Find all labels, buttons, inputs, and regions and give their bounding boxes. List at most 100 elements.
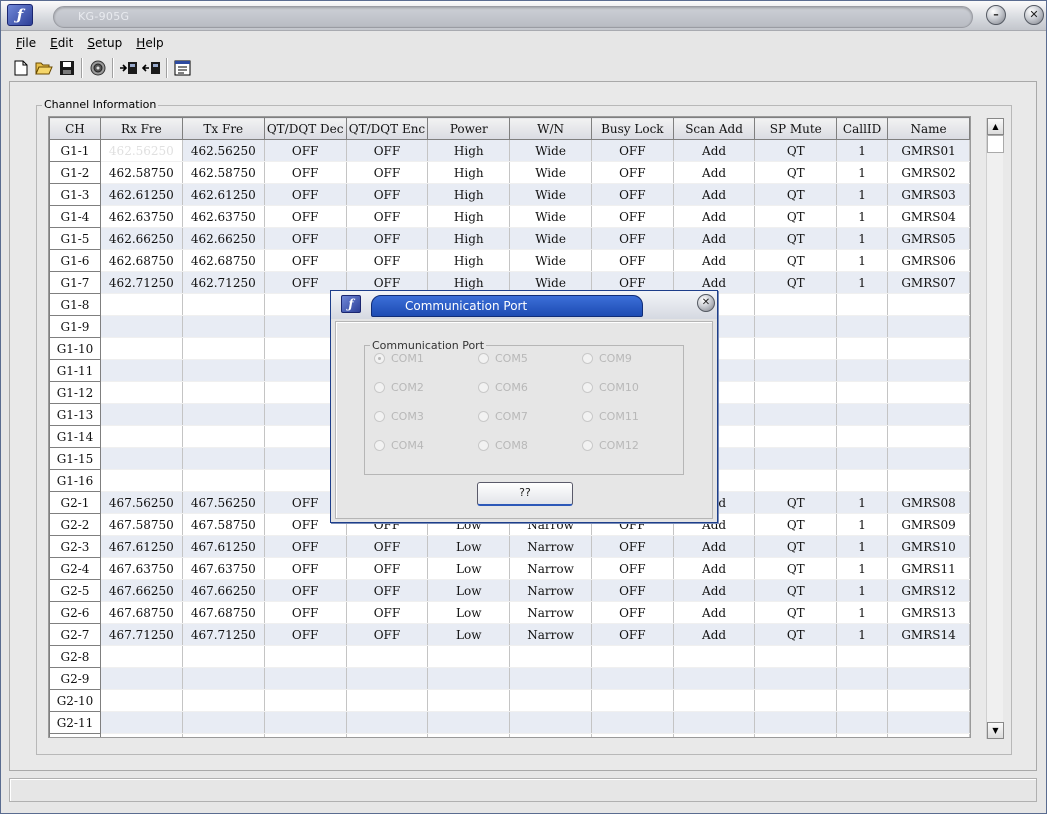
table-cell[interactable] [754, 425, 838, 448]
table-cell[interactable]: 462.68750 [100, 249, 183, 272]
table-cell[interactable]: OFF [591, 579, 674, 602]
table-cell[interactable]: Low [427, 557, 511, 580]
scroll-down-button[interactable]: ▼ [987, 722, 1004, 739]
table-cell[interactable]: 462.68750 [182, 249, 265, 272]
table-cell[interactable] [836, 733, 889, 737]
table-cell[interactable] [754, 667, 838, 690]
table-cell[interactable]: QT [754, 139, 838, 162]
table-cell[interactable]: OFF [264, 183, 347, 206]
table-cell[interactable]: GMRS05 [887, 227, 970, 250]
table-cell[interactable] [836, 293, 889, 316]
table-cell[interactable]: OFF [346, 249, 429, 272]
table-cell[interactable]: QT [754, 183, 838, 206]
table-cell[interactable] [100, 293, 183, 316]
table-cell[interactable] [673, 711, 756, 734]
table-cell[interactable]: 462.63750 [100, 205, 183, 228]
port-radio-com8[interactable]: COM8 [478, 439, 528, 452]
table-cell[interactable] [100, 337, 183, 360]
table-cell[interactable]: 462.56250 [100, 139, 183, 162]
table-row[interactable]: G2-10 [49, 689, 970, 712]
table-cell[interactable]: 467.68750 [100, 601, 183, 624]
table-cell[interactable] [836, 667, 889, 690]
table-cell[interactable]: OFF [346, 227, 429, 250]
table-cell[interactable]: OFF [264, 139, 347, 162]
table-cell[interactable] [182, 469, 265, 492]
open-file-button[interactable] [32, 57, 55, 79]
table-cell[interactable] [887, 447, 970, 470]
table-cell[interactable] [754, 403, 838, 426]
table-cell[interactable] [182, 359, 265, 382]
table-cell[interactable]: QT [754, 249, 838, 272]
table-cell[interactable] [591, 711, 674, 734]
port-radio-com12[interactable]: COM12 [582, 439, 639, 452]
table-cell[interactable]: 1 [836, 557, 889, 580]
menu-help[interactable]: Help [129, 34, 170, 54]
table-cell[interactable] [100, 667, 183, 690]
table-cell[interactable]: Narrow [509, 535, 592, 558]
table-cell[interactable] [836, 359, 889, 382]
table-cell[interactable]: Add [673, 579, 756, 602]
table-cell[interactable] [182, 667, 265, 690]
table-cell[interactable] [836, 381, 889, 404]
table-cell[interactable]: GMRS10 [887, 535, 970, 558]
table-cell[interactable]: Wide [509, 139, 592, 162]
table-cell[interactable]: Add [673, 557, 756, 580]
table-cell[interactable]: OFF [591, 205, 674, 228]
channel-cell[interactable]: G1-10 [49, 337, 101, 360]
table-cell[interactable]: Narrow [509, 601, 592, 624]
table-cell[interactable]: 462.66250 [182, 227, 265, 250]
channel-cell[interactable]: G2-5 [49, 579, 101, 602]
table-cell[interactable] [836, 315, 889, 338]
table-cell[interactable] [591, 645, 674, 668]
table-cell[interactable]: Wide [509, 249, 592, 272]
channel-cell[interactable]: G2-4 [49, 557, 101, 580]
dialog-ok-button[interactable]: ?? [477, 482, 573, 506]
properties-button[interactable] [171, 57, 194, 79]
close-button[interactable]: ✕ [1024, 5, 1044, 25]
table-cell[interactable]: 1 [836, 161, 889, 184]
channel-cell[interactable]: G2-11 [49, 711, 101, 734]
channel-cell[interactable]: G1-12 [49, 381, 101, 404]
table-cell[interactable]: QT [754, 579, 838, 602]
table-cell[interactable] [754, 447, 838, 470]
minimize-button[interactable]: – [986, 5, 1006, 25]
write-to-radio-button[interactable] [140, 57, 163, 79]
table-cell[interactable]: OFF [264, 601, 347, 624]
table-cell[interactable] [673, 667, 756, 690]
table-cell[interactable] [887, 381, 970, 404]
channel-cell[interactable]: G1-14 [49, 425, 101, 448]
table-cell[interactable] [509, 689, 592, 712]
settings-button[interactable] [86, 57, 109, 79]
table-cell[interactable]: QT [754, 601, 838, 624]
table-row[interactable]: G1-6 462.68750 462.68750 OFF OFF High Wide OFF A… [49, 249, 970, 272]
table-cell[interactable]: 1 [836, 205, 889, 228]
channel-cell[interactable]: G2-7 [49, 623, 101, 646]
table-cell[interactable]: OFF [591, 183, 674, 206]
table-cell[interactable] [754, 315, 838, 338]
table-cell[interactable]: 1 [836, 513, 889, 536]
table-cell[interactable]: 462.61250 [100, 183, 183, 206]
table-cell[interactable] [673, 733, 756, 737]
title-bar[interactable]: ƒ KG-905G – ✕ [1, 1, 1046, 31]
table-cell[interactable]: OFF [346, 205, 429, 228]
table-cell[interactable] [182, 711, 265, 734]
read-from-radio-button[interactable] [117, 57, 140, 79]
table-cell[interactable]: Add [673, 161, 756, 184]
port-radio-com1[interactable]: COM1 [374, 352, 424, 365]
table-cell[interactable]: OFF [346, 139, 429, 162]
table-cell[interactable] [346, 733, 429, 737]
table-cell[interactable] [591, 733, 674, 737]
channel-cell[interactable]: G1-3 [49, 183, 101, 206]
table-cell[interactable]: OFF [591, 601, 674, 624]
table-cell[interactable]: OFF [346, 535, 429, 558]
table-cell[interactable] [427, 645, 511, 668]
table-cell[interactable] [182, 447, 265, 470]
table-cell[interactable]: Add [673, 623, 756, 646]
table-cell[interactable] [182, 425, 265, 448]
table-cell[interactable]: OFF [346, 161, 429, 184]
table-cell[interactable]: 1 [836, 183, 889, 206]
table-cell[interactable] [754, 645, 838, 668]
channel-cell[interactable]: G1-8 [49, 293, 101, 316]
table-cell[interactable] [887, 733, 970, 737]
column-header[interactable]: Rx Fre [99, 117, 183, 140]
